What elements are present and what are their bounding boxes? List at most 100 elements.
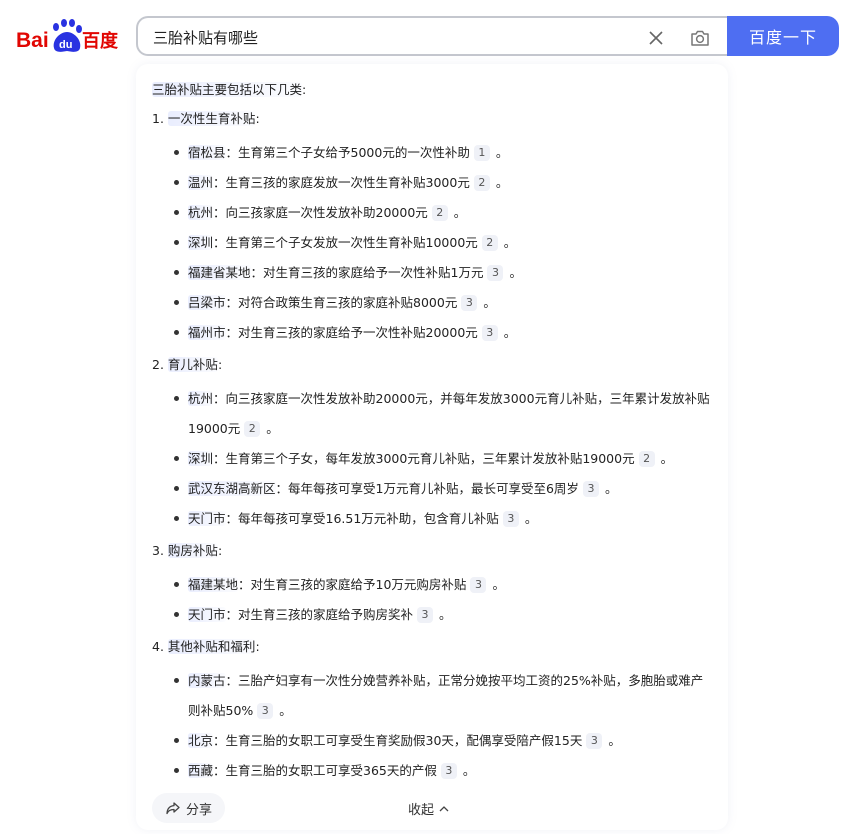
baidu-logo[interactable]: Bai du 百度: [16, 18, 120, 54]
place-name: 福建某地: [188, 577, 239, 592]
place-name: 武汉东湖高新区: [188, 481, 276, 496]
citation-badge[interactable]: 3: [502, 511, 519, 527]
item-end: 。: [604, 481, 618, 496]
item-end: 。: [503, 325, 517, 340]
place-name: 北京: [188, 733, 214, 748]
place-name: 深圳: [188, 235, 214, 250]
citation-badge[interactable]: 3: [470, 577, 487, 593]
item-end: 。: [509, 265, 522, 280]
answer-intro: 三胎补贴主要包括以下几类:: [152, 80, 712, 100]
place-name: 内蒙古: [188, 673, 226, 688]
citation-badge[interactable]: 3: [582, 481, 599, 497]
list-item: 杭州：向三孩家庭一次性发放补助20000元，并每年发放3000元育儿补贴，三年累…: [172, 384, 712, 444]
section-list: 宿松县：生育第三个子女给予5000元的一次性补助 1。温州：生育三孩的家庭发放一次…: [152, 138, 712, 348]
share-label: 分享: [185, 802, 212, 818]
list-item: 武汉东湖高新区：每年每孩可享受1万元育儿补贴，最长可享受至6周岁 3 。: [172, 474, 712, 504]
item-text: ：对符合政策生育三孩的家庭补贴8000元: [225, 295, 458, 310]
item-end: 。: [495, 175, 509, 190]
place-name: 温州: [188, 175, 214, 190]
citation-badge[interactable]: 3: [417, 607, 434, 623]
section-title: 3. 购房补贴:: [152, 540, 712, 562]
answer-section: 4. 其他补贴和福利: 内蒙古：三胎产妇享有一次性分娩营养补贴，正常分娩按平均工资…: [152, 636, 712, 786]
item-end: 。: [495, 145, 509, 160]
search-button[interactable]: 百度一下: [727, 16, 839, 56]
citation-badge[interactable]: 2: [481, 235, 498, 251]
item-end: 。: [453, 205, 467, 220]
item-end: 。: [462, 763, 476, 778]
item-text: ：每年每孩可享受16.51万元补助，包含育儿补贴: [225, 511, 499, 526]
item-text: ：生育三胎的女职工可享受365天的产假: [213, 763, 437, 778]
citation-badge[interactable]: 1: [473, 145, 490, 161]
answer-section: 1. 一次性生育补贴: 宿松县：生育第三个子女给予5000元的一次性补助 1。温州：…: [152, 108, 712, 348]
place-name: 福州市: [188, 325, 226, 340]
citation-badge[interactable]: 3: [487, 265, 504, 281]
item-end: 。: [524, 511, 538, 526]
item-end: 。: [279, 703, 292, 718]
list-item: 宿松县：生育第三个子女给予5000元的一次性补助 1 。: [172, 138, 712, 168]
citation-badge[interactable]: 3: [586, 733, 603, 749]
section-colon: :: [255, 639, 260, 654]
item-end: 。: [492, 577, 505, 592]
search-input[interactable]: 三胎补贴有哪些: [136, 16, 732, 56]
intro-colon: :: [302, 82, 307, 97]
collapse-label: 收起: [408, 803, 435, 818]
place-name: 杭州: [188, 391, 214, 406]
item-end: 。: [483, 295, 496, 310]
citation-badge[interactable]: 2: [244, 421, 261, 437]
place-name: 西藏: [188, 763, 214, 778]
section-title-text: 一次性生育补贴: [167, 111, 256, 126]
item-end: 。: [660, 451, 674, 466]
item-text: ：生育三胎的女职工可享受生育奖励假30天，配偶享受陪产假15天: [213, 733, 583, 748]
camera-icon[interactable]: [688, 26, 712, 50]
item-end: 。: [503, 235, 517, 250]
collapse-button[interactable]: 收起: [408, 799, 449, 818]
citation-badge[interactable]: 3: [440, 763, 457, 779]
citation-badge[interactable]: 2: [638, 451, 655, 467]
share-icon: [166, 802, 180, 815]
svg-text:百度: 百度: [82, 30, 119, 52]
list-item: 深圳：生育第三个子女，每年发放3000元育儿补贴，三年累计发放补贴19000元 2…: [172, 444, 712, 474]
chevron-up-icon: [439, 805, 449, 811]
section-list: 内蒙古：三胎产妇享有一次性分娩营养补贴，正常分娩按平均工资的25%补贴，多胞胎或…: [152, 666, 712, 786]
close-icon[interactable]: [646, 28, 666, 48]
section-number: 1.: [152, 111, 164, 126]
place-name: 天门市: [188, 511, 226, 526]
section-number: 4.: [152, 639, 164, 654]
list-item: 北京：生育三胎的女职工可享受生育奖励假30天，配偶享受陪产假15天 3 。: [172, 726, 712, 756]
search-query-text[interactable]: 三胎补贴有哪些: [153, 27, 258, 48]
citation-badge[interactable]: 3: [257, 703, 274, 719]
section-number: 3.: [152, 543, 164, 558]
answer-content: 三胎补贴主要包括以下几类: 1. 一次性生育补贴: 宿松县：生育第三个子女给予50…: [152, 80, 712, 792]
place-name: 吕梁市: [188, 295, 226, 310]
ai-answer-card: 三胎补贴主要包括以下几类: 1. 一次性生育补贴: 宿松县：生育第三个子女给予50…: [136, 64, 728, 830]
citation-badge[interactable]: 3: [481, 325, 498, 341]
answer-section: 2. 育儿补贴: 杭州：向三孩家庭一次性发放补助20000元，并每年发放3000元…: [152, 354, 712, 534]
place-name: 福建省某地: [188, 265, 251, 280]
item-end: 。: [439, 607, 452, 622]
citation-badge[interactable]: 3: [461, 295, 478, 311]
section-title-text: 购房补贴: [167, 543, 218, 558]
item-text: ：对生育三孩的家庭给予购房奖补: [225, 607, 414, 622]
place-name: 杭州: [188, 205, 214, 220]
list-item: 福建某地：对生育三孩的家庭给予10万元购房补贴 3 。: [172, 570, 712, 600]
item-text: ：每年每孩可享受1万元育儿补贴，最长可享受至6周岁: [275, 481, 579, 496]
item-text: ：向三孩家庭一次性发放补助20000元: [213, 205, 428, 220]
share-button[interactable]: 分享: [152, 793, 225, 823]
citation-badge[interactable]: 2: [431, 205, 448, 221]
list-item: 温州：生育三孩的家庭发放一次性生育补贴3000元 2 。: [172, 168, 712, 198]
list-item: 内蒙古：三胎产妇享有一次性分娩营养补贴，正常分娩按平均工资的25%补贴，多胞胎或…: [172, 666, 712, 726]
section-list: 杭州：向三孩家庭一次性发放补助20000元，并每年发放3000元育儿补贴，三年累…: [152, 384, 712, 534]
citation-badge[interactable]: 2: [473, 175, 490, 191]
section-colon: :: [217, 357, 223, 372]
section-title: 1. 一次性生育补贴:: [152, 108, 712, 130]
section-colon: :: [255, 111, 260, 126]
section-colon: :: [217, 543, 223, 558]
list-item: 西藏：生育三胎的女职工可享受365天的产假 3 。: [172, 756, 712, 786]
item-text: ：对生育三孩的家庭给予一次性补贴20000元: [225, 325, 478, 340]
answer-section: 3. 购房补贴: 福建某地：对生育三孩的家庭给予10万元购房补贴 3。天门市：对生育…: [152, 540, 712, 630]
item-text: ：对生育三孩的家庭给予一次性补贴1万元: [250, 265, 484, 280]
item-end: 。: [266, 421, 279, 436]
list-item: 天门市：对生育三孩的家庭给予购房奖补 3 。: [172, 600, 712, 630]
svg-text:Bai: Bai: [16, 29, 49, 52]
item-text: ：生育第三个子女发放一次性生育补贴10000元: [213, 235, 478, 250]
